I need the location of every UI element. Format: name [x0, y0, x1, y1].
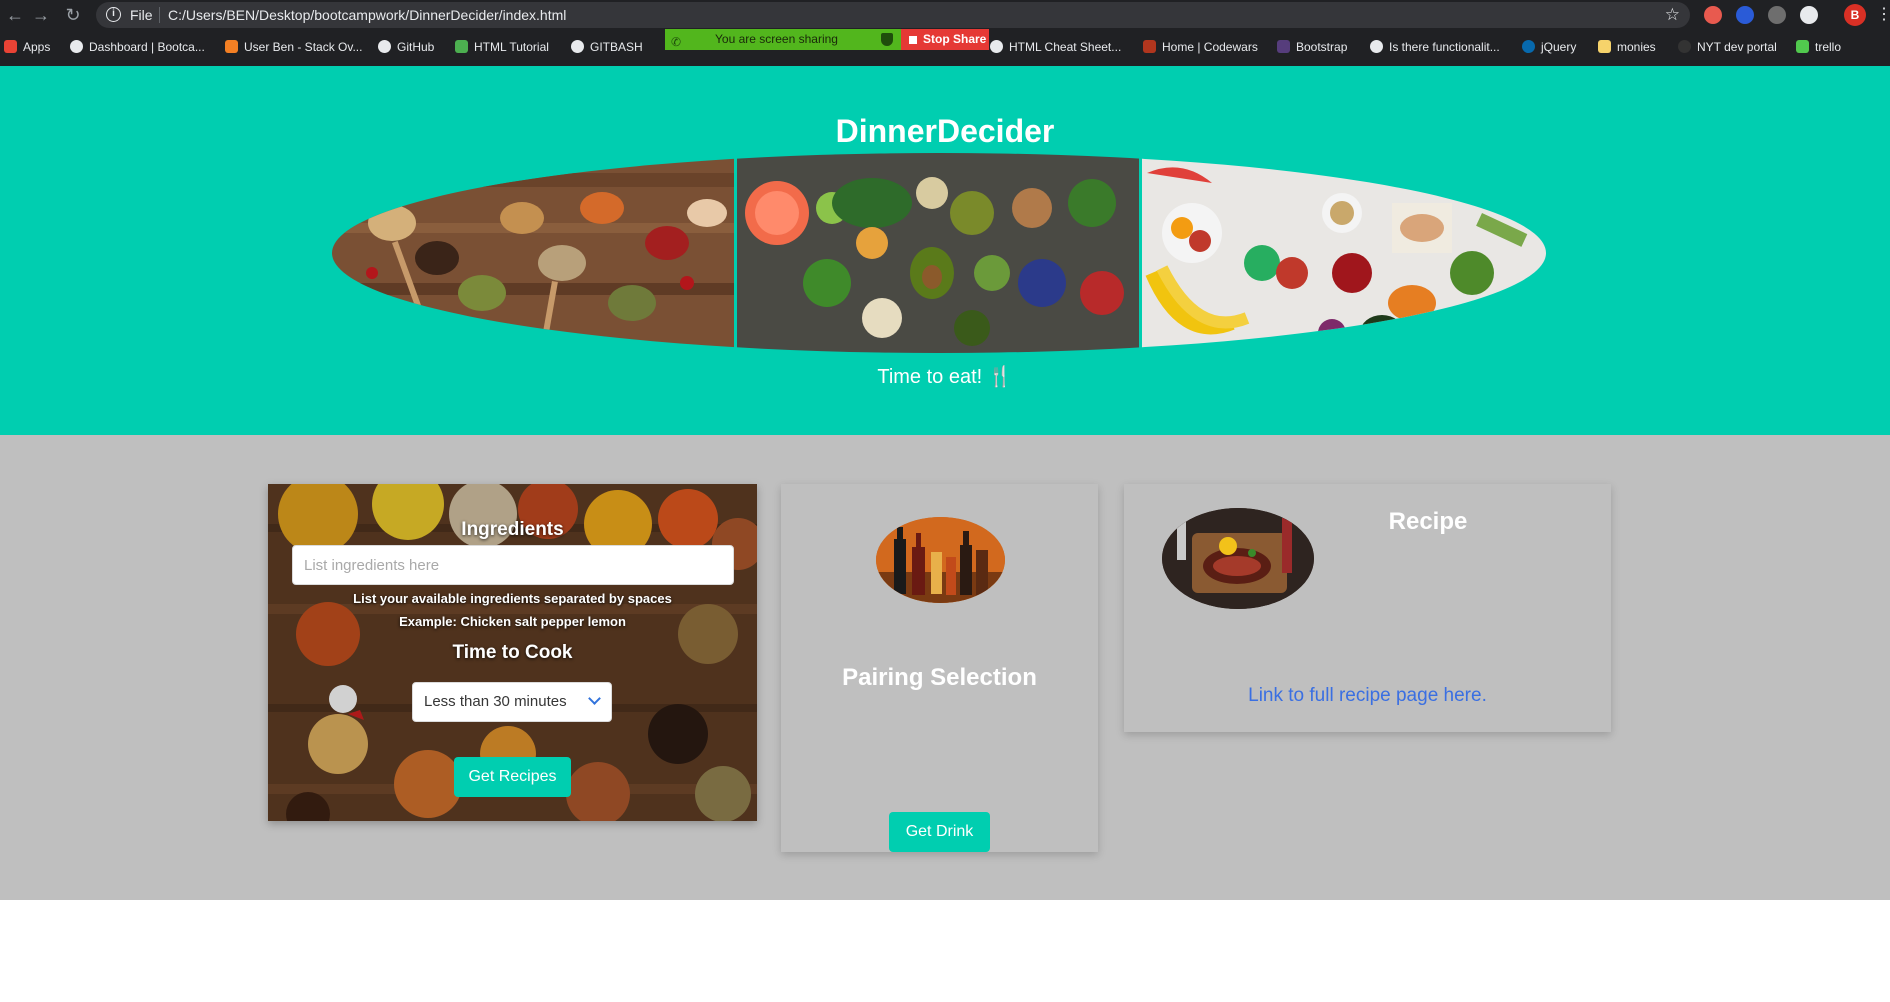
recipe-card: Recipe Link to full recipe page here. [1124, 484, 1611, 732]
bootstrap-icon [1277, 40, 1290, 53]
bookmark-item[interactable]: Dashboard | Bootca... [70, 38, 205, 56]
forward-icon[interactable]: → [30, 4, 52, 26]
extension-icon[interactable] [1800, 6, 1818, 24]
stop-icon [909, 36, 917, 44]
hero-section: DinnerDecider Time to eat! 🍴 [0, 66, 1890, 435]
hero-image-vegetables [737, 153, 1139, 353]
bookmark-item[interactable]: User Ben - Stack Ov... [225, 38, 362, 56]
nyt-icon [1678, 40, 1691, 53]
screen-sharing-text: You are screen sharing [715, 32, 838, 46]
w3schools-icon [455, 40, 468, 53]
bookmark-item[interactable]: GitHub [378, 38, 434, 56]
reload-icon[interactable]: ↻ [62, 4, 84, 26]
hero-image-fruits [1142, 153, 1546, 353]
get-drink-button[interactable]: Get Drink [889, 812, 990, 852]
globe-icon [70, 40, 83, 53]
full-recipe-link[interactable]: Link to full recipe page here. [1124, 685, 1611, 707]
file-label: File [130, 7, 153, 23]
bookmark-item[interactable]: jQuery [1522, 38, 1576, 56]
pairing-title: Pairing Selection [842, 664, 1037, 691]
url-text[interactable]: C:/Users/BEN/Desktop/bootcampwork/Dinner… [168, 7, 566, 23]
bookmark-apps[interactable]: Apps [4, 38, 50, 56]
bookmark-item[interactable]: GITBASH [571, 38, 643, 56]
drinks-image [876, 517, 1005, 603]
trello-icon [1796, 40, 1809, 53]
bookmark-item[interactable]: trello [1796, 38, 1841, 56]
steak-image [1162, 508, 1314, 609]
ingredients-example-text: Example: Chicken salt pepper lemon [399, 614, 626, 629]
profile-avatar[interactable]: B [1844, 4, 1866, 26]
bookmark-star-icon[interactable]: ☆ [1665, 5, 1680, 25]
recipe-title: Recipe [1388, 508, 1468, 535]
stop-share-label: Stop Share [923, 32, 987, 46]
ingredients-help-text: List your available ingredients separate… [353, 591, 672, 606]
hero-tagline: Time to eat! 🍴 [877, 366, 1013, 388]
address-row: ← → ↻ i File C:/Users/BEN/Desktop/bootca… [0, 0, 1890, 30]
browser-chrome: ← → ↻ i File C:/Users/BEN/Desktop/bootca… [0, 0, 1890, 66]
bookmark-item[interactable]: Is there functionalit... [1370, 38, 1500, 56]
chevron-down-icon [588, 692, 601, 705]
ingredients-card: Ingredients List your available ingredie… [268, 484, 757, 821]
extension-icon[interactable] [1768, 6, 1786, 24]
site-title: DinnerDecider [835, 113, 1055, 149]
get-recipes-button[interactable]: Get Recipes [454, 757, 571, 797]
ingredients-input[interactable] [292, 545, 734, 585]
extension-icon[interactable] [1736, 6, 1754, 24]
time-to-cook-title: Time to Cook [452, 642, 573, 663]
bookmark-item[interactable]: Bootstrap [1277, 38, 1347, 56]
bookmark-item[interactable]: HTML Cheat Sheet... [990, 38, 1121, 56]
time-to-cook-select[interactable]: Less than 30 minutes [412, 682, 612, 722]
bookmark-item[interactable]: HTML Tutorial [455, 38, 549, 56]
stop-share-button[interactable]: Stop Share [901, 29, 989, 50]
menu-icon[interactable]: ⋮ [1876, 4, 1890, 24]
codewars-icon [1143, 40, 1156, 53]
github-icon [378, 40, 391, 53]
stackoverflow-icon [225, 40, 238, 53]
divider [159, 7, 160, 23]
food-image-strip [332, 153, 1546, 353]
extension-icon[interactable] [1704, 6, 1722, 24]
content-section: Ingredients List your available ingredie… [0, 435, 1890, 900]
hero-image-spices [332, 153, 734, 353]
apps-grid-icon [4, 40, 17, 53]
phone-icon: ✆ [671, 35, 682, 49]
shield-icon [881, 33, 893, 46]
pairing-card: Pairing Selection Get Drink [781, 484, 1098, 852]
jquery-icon [1522, 40, 1535, 53]
back-icon[interactable]: ← [4, 4, 26, 26]
address-bar[interactable]: i File C:/Users/BEN/Desktop/bootcampwork… [96, 2, 1690, 28]
time-to-cook-value: Less than 30 minutes [424, 693, 567, 710]
folder-icon [1598, 40, 1611, 53]
globe-icon [990, 40, 1003, 53]
globe-icon [1370, 40, 1383, 53]
globe-icon [571, 40, 584, 53]
bookmark-item[interactable]: Home | Codewars [1143, 38, 1258, 56]
info-icon[interactable]: i [106, 7, 121, 22]
bookmark-item[interactable]: monies [1598, 38, 1656, 56]
ingredients-title: Ingredients [461, 519, 564, 540]
bookmark-item[interactable]: NYT dev portal [1678, 38, 1777, 56]
screen-sharing-banner: ✆ You are screen sharing [665, 29, 901, 50]
